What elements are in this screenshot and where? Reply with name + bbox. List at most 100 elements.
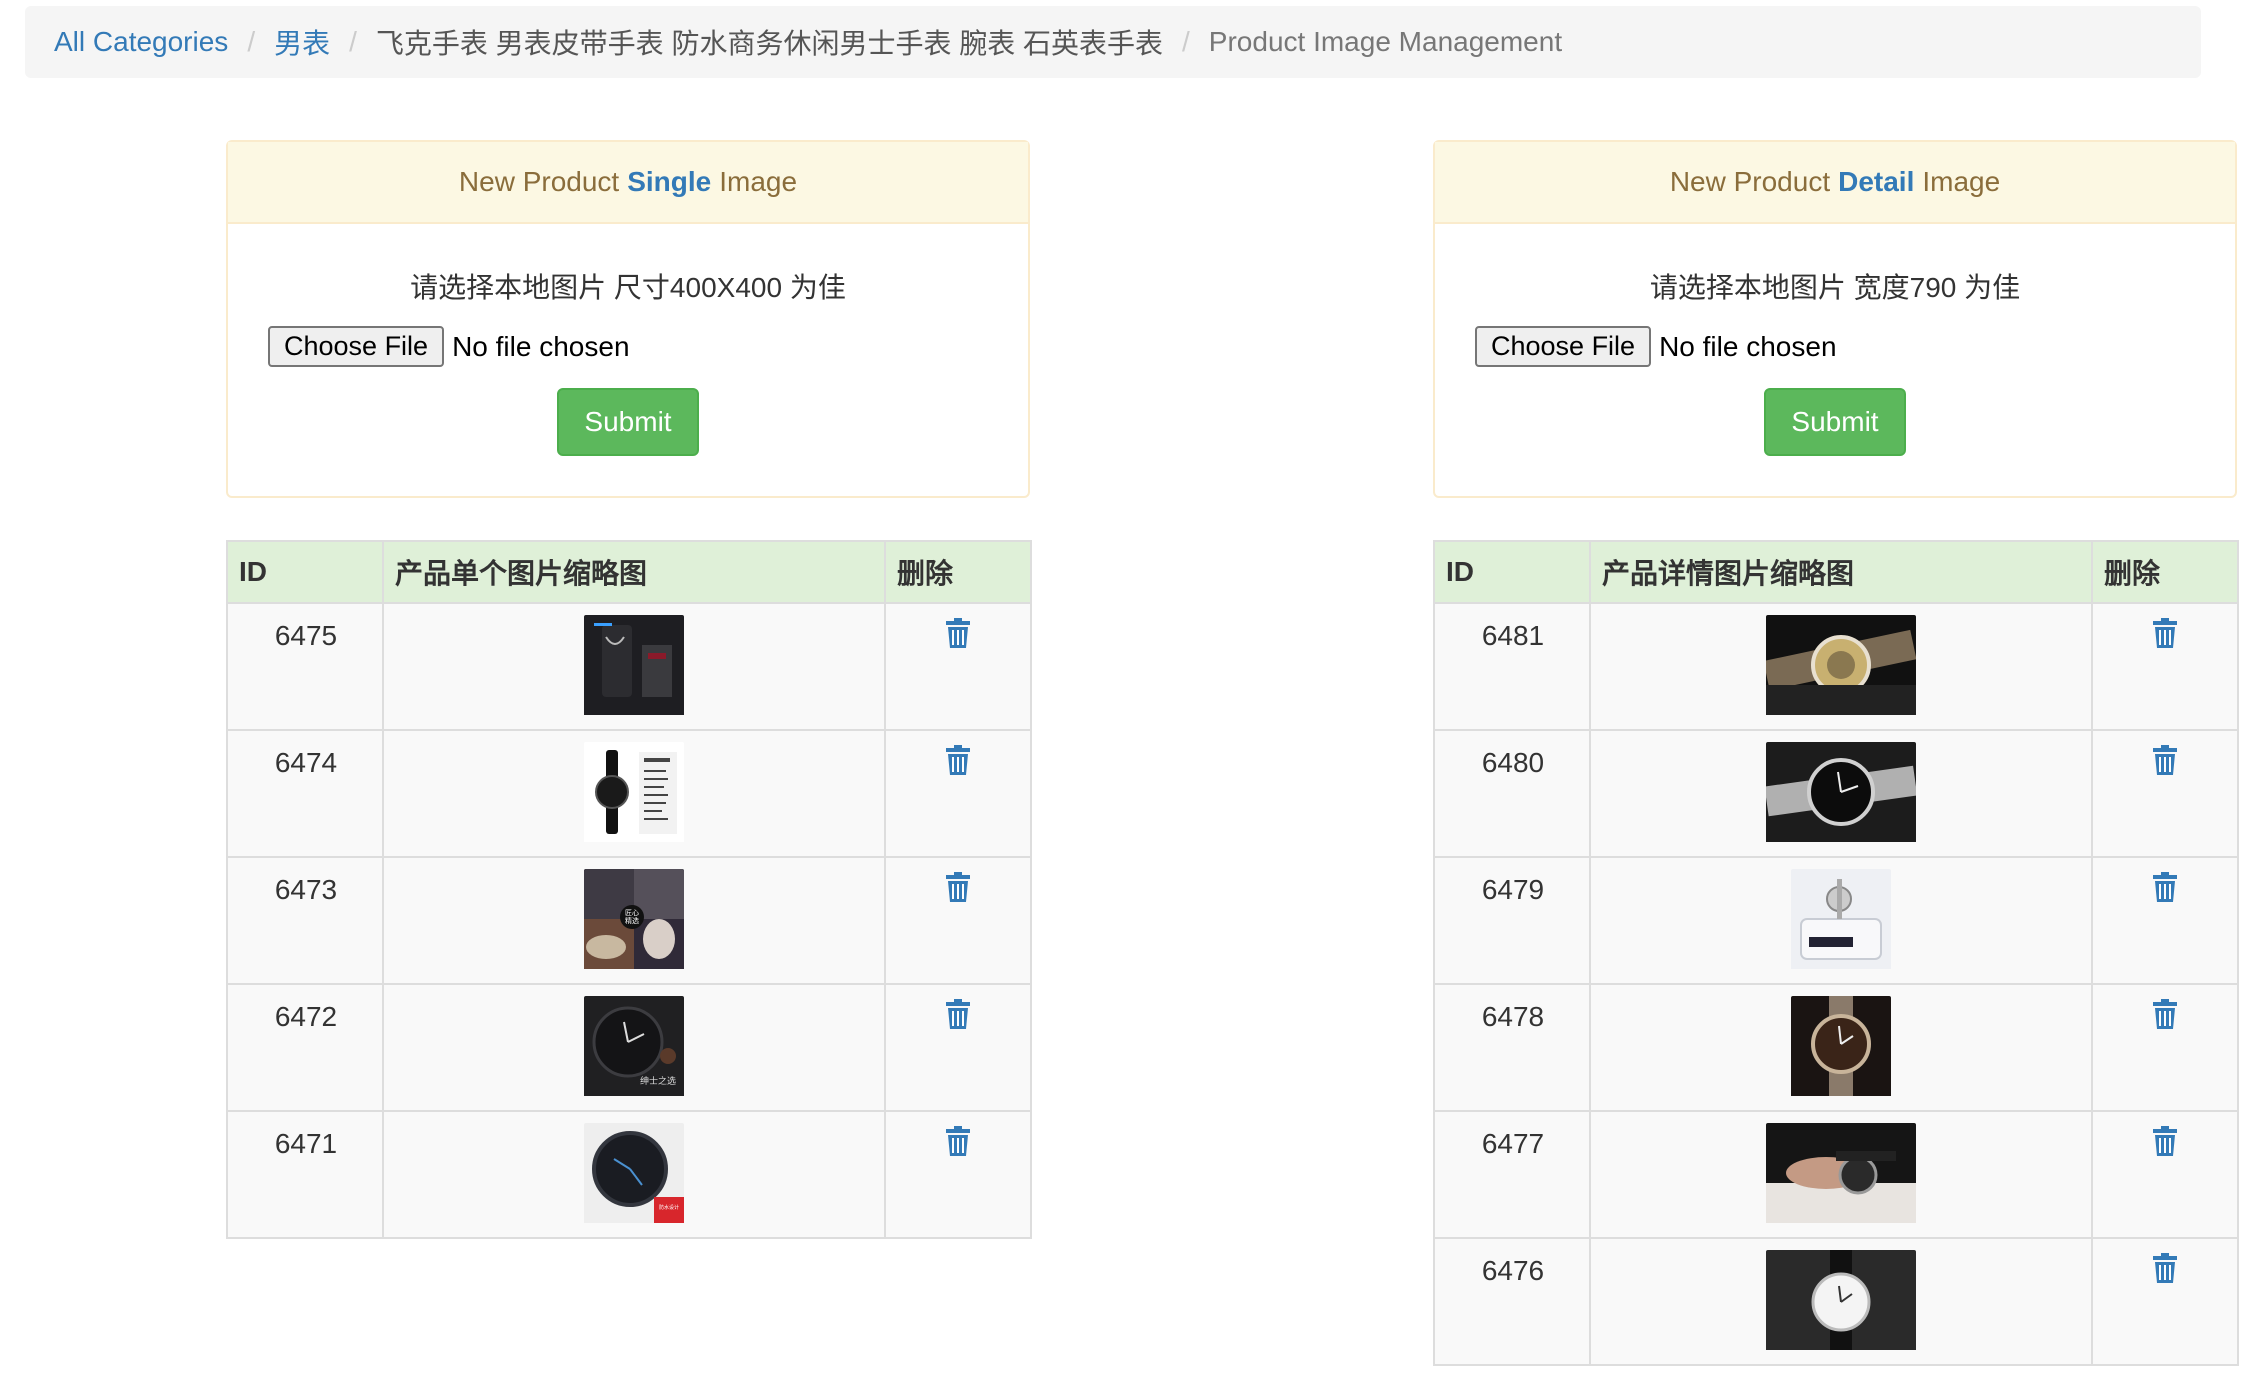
delete-cell xyxy=(2091,983,2239,1112)
trash-icon[interactable] xyxy=(946,872,970,909)
panel-title-prefix: New Product xyxy=(458,166,620,197)
panel-heading: New Product Detail Image xyxy=(1435,142,2235,224)
image-id-cell: 6476 xyxy=(1433,1237,1591,1366)
thumbnail-cell xyxy=(382,729,886,858)
image-id-cell: 6477 xyxy=(1433,1110,1591,1239)
breadcrumb-separator: / xyxy=(1182,26,1190,57)
breadcrumb: All Categories / 男表 / 飞克手表 男表皮带手表 防水商务休闲… xyxy=(25,6,2201,78)
image-id: 6477 xyxy=(1481,1128,1545,1159)
delete-cell xyxy=(884,602,1032,731)
trash-icon[interactable] xyxy=(2153,1253,2177,1290)
image-id-cell: 6475 xyxy=(226,602,384,731)
file-input[interactable]: Choose File No file chosen xyxy=(268,326,630,367)
trash-icon[interactable] xyxy=(2153,999,2177,1036)
trash-icon[interactable] xyxy=(946,999,970,1036)
column-header-delete: 删除 xyxy=(884,540,1032,604)
product-thumbnail xyxy=(1766,615,1916,722)
table-row: 6474 xyxy=(226,729,1032,858)
table-row: 6480 xyxy=(1433,729,2239,858)
image-id-cell: 6481 xyxy=(1433,602,1591,731)
product-thumbnail: 防水设计 xyxy=(584,1123,684,1230)
delete-cell xyxy=(2091,729,2239,858)
thumbnail-cell xyxy=(1589,856,2093,985)
product-thumbnail xyxy=(584,615,684,722)
panel-title-emphasis: Detail xyxy=(1838,166,1915,197)
thumbnail-cell xyxy=(382,602,886,731)
table-row: 6478 xyxy=(1433,983,2239,1112)
delete-cell xyxy=(2091,856,2239,985)
trash-icon[interactable] xyxy=(946,1126,970,1163)
column-header-thumbnail: 产品详情图片缩略图 xyxy=(1589,540,2093,604)
trash-icon[interactable] xyxy=(2153,618,2177,655)
svg-text:匠心: 匠心 xyxy=(625,909,639,917)
column-header-id: ID xyxy=(1433,540,1591,604)
product-thumbnail xyxy=(584,742,684,849)
upload-hint: 请选择本地图片 尺寸400X400 为佳 xyxy=(410,272,846,303)
panel-title-suffix: Image xyxy=(1922,166,2001,197)
trash-icon[interactable] xyxy=(946,745,970,782)
submit-button[interactable]: Submit xyxy=(1764,388,1906,456)
single-image-upload-panel: New Product Single Image 请选择本地图片 尺寸400X4… xyxy=(226,140,1030,498)
svg-text:精选: 精选 xyxy=(625,916,639,925)
panel-title-prefix: New Product xyxy=(1669,166,1831,197)
image-id-cell: 6479 xyxy=(1433,856,1591,985)
table-row: 6479 xyxy=(1433,856,2239,985)
thumbnail-cell: 绅士之选 xyxy=(382,983,886,1112)
breadcrumb-product: 飞克手表 男表皮带手表 防水商务休闲男士手表 腕表 石英表手表 xyxy=(375,28,1164,59)
upload-hint: 请选择本地图片 宽度790 为佳 xyxy=(1649,272,2021,303)
table-row: 6471 防水设计 xyxy=(226,1110,1032,1239)
trash-icon[interactable] xyxy=(2153,872,2177,909)
breadcrumb-all-categories[interactable]: All Categories xyxy=(54,26,228,58)
trash-icon[interactable] xyxy=(2153,745,2177,782)
detail-image-upload-panel: New Product Detail Image 请选择本地图片 宽度790 为… xyxy=(1433,140,2237,498)
product-thumbnail xyxy=(1766,1123,1916,1230)
svg-text:防水设计: 防水设计 xyxy=(659,1204,679,1211)
thumbnail-cell xyxy=(1589,602,2093,731)
thumbnail-cell xyxy=(1589,983,2093,1112)
choose-file-button[interactable]: Choose File xyxy=(1475,326,1652,367)
image-id-cell: 6478 xyxy=(1433,983,1591,1112)
image-id: 6481 xyxy=(1481,620,1545,651)
submit-button[interactable]: Submit xyxy=(557,388,699,456)
file-status: No file chosen xyxy=(452,330,630,362)
image-id: 6472 xyxy=(274,1001,338,1032)
delete-cell xyxy=(884,983,1032,1112)
thumbnail-cell: 匠心 精选 xyxy=(382,856,886,985)
delete-cell xyxy=(884,856,1032,985)
image-id-cell: 6480 xyxy=(1433,729,1591,858)
image-id: 6475 xyxy=(274,620,338,651)
product-thumbnail xyxy=(1766,1250,1916,1357)
table-row: 6473 匠心 精选 xyxy=(226,856,1032,985)
product-thumbnail xyxy=(1791,869,1891,976)
thumbnail-cell: 防水设计 xyxy=(382,1110,886,1239)
breadcrumb-separator: / xyxy=(247,26,256,57)
table-row: 6475 xyxy=(226,602,1032,731)
panel-title-suffix: Image xyxy=(719,166,798,197)
file-input[interactable]: Choose File No file chosen xyxy=(1475,326,1837,367)
breadcrumb-category[interactable]: 男表 xyxy=(274,22,330,62)
column-header-id: ID xyxy=(226,540,384,604)
product-thumbnail xyxy=(1791,996,1891,1103)
thumbnail-cell xyxy=(1589,1110,2093,1239)
choose-file-button[interactable]: Choose File xyxy=(268,326,445,367)
image-id: 6471 xyxy=(274,1128,338,1159)
product-thumbnail: 匠心 精选 xyxy=(584,869,684,976)
thumbnail-cell xyxy=(1589,1237,2093,1366)
table-header-row: ID 产品单个图片缩略图 删除 xyxy=(226,540,1032,604)
image-id: 6473 xyxy=(274,874,338,905)
trash-icon[interactable] xyxy=(2153,1126,2177,1163)
file-status: No file chosen xyxy=(1659,330,1837,362)
table-row: 6477 xyxy=(1433,1110,2239,1239)
image-id: 6478 xyxy=(1481,1001,1545,1032)
table-row: 6481 xyxy=(1433,602,2239,731)
column-header-thumbnail: 产品单个图片缩略图 xyxy=(382,540,886,604)
thumbnail-cell xyxy=(1589,729,2093,858)
delete-cell xyxy=(884,729,1032,858)
image-id: 6474 xyxy=(274,747,338,778)
image-id-cell: 6473 xyxy=(226,856,384,985)
trash-icon[interactable] xyxy=(946,618,970,655)
image-id-cell: 6472 xyxy=(226,983,384,1112)
product-thumbnail: 绅士之选 xyxy=(584,996,684,1103)
panel-heading: New Product Single Image xyxy=(228,142,1028,224)
image-id: 6479 xyxy=(1481,874,1545,905)
